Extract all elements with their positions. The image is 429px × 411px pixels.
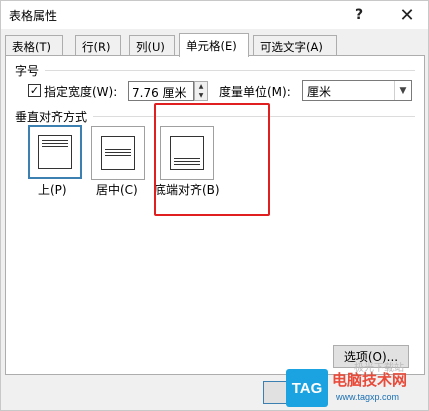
spin-up-icon[interactable]: ▲ bbox=[195, 82, 207, 91]
tab-column[interactable]: 列(U) bbox=[129, 35, 175, 55]
help-button[interactable]: ? bbox=[339, 1, 379, 29]
watermark: 极光下载站 TAG 电脑技术网 www.tagxp.com bbox=[286, 359, 426, 409]
table-properties-dialog: 表格属性 ? ✕ 表格(T) 行(R) 列(U) 单元格(E) 可选文字(A) … bbox=[0, 0, 429, 411]
width-spinner[interactable]: ▲ ▼ bbox=[194, 81, 208, 101]
checkmark-icon: ✓ bbox=[29, 84, 40, 97]
specify-width-label: 指定宽度(W): bbox=[44, 85, 118, 99]
chevron-down-icon[interactable]: ▼ bbox=[394, 81, 411, 100]
watermark-logo: TAG bbox=[286, 369, 328, 407]
width-input[interactable]: 7.76 厘米 bbox=[128, 81, 194, 101]
align-center-option[interactable] bbox=[91, 126, 145, 180]
align-top-icon bbox=[38, 135, 72, 169]
watermark-name: 电脑技术网 bbox=[332, 371, 408, 389]
spin-down-icon[interactable]: ▼ bbox=[195, 91, 207, 100]
align-top-option[interactable] bbox=[28, 125, 82, 179]
size-section-title: 字号 bbox=[15, 64, 40, 78]
align-center-icon bbox=[101, 136, 135, 170]
specify-width-checkbox[interactable]: ✓ bbox=[28, 84, 41, 97]
tab-alt-text[interactable]: 可选文字(A) bbox=[253, 35, 337, 55]
unit-label: 度量单位(M): bbox=[219, 85, 291, 99]
watermark-url: www.tagxp.com bbox=[336, 392, 400, 402]
dialog-title: 表格属性 bbox=[9, 9, 58, 23]
annotation-highlight-box bbox=[154, 103, 270, 216]
tab-cell[interactable]: 单元格(E) bbox=[179, 33, 249, 57]
unit-select-value: 厘米 bbox=[307, 85, 332, 99]
close-button[interactable]: ✕ bbox=[387, 1, 427, 29]
title-bar: 表格属性 ? ✕ bbox=[1, 1, 428, 29]
tab-table[interactable]: 表格(T) bbox=[5, 35, 63, 55]
align-center-label: 居中(C) bbox=[96, 183, 138, 197]
unit-select[interactable]: 厘米 ▼ bbox=[302, 80, 412, 101]
valign-section-title: 垂直对齐方式 bbox=[15, 110, 88, 124]
tab-row[interactable]: 行(R) bbox=[75, 35, 121, 55]
size-section-divider bbox=[45, 70, 415, 71]
align-top-label: 上(P) bbox=[38, 183, 67, 197]
